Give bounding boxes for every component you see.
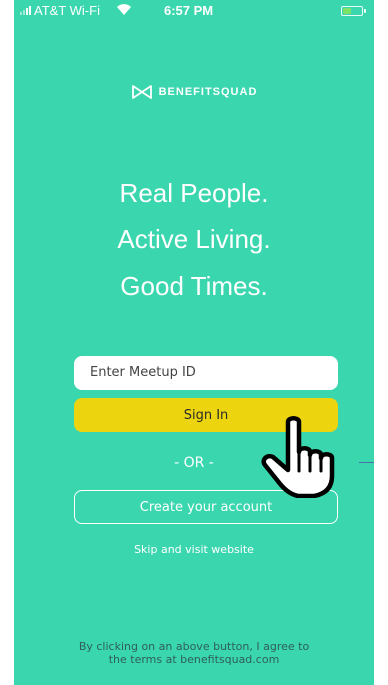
headline-line-1: Real People. <box>119 178 269 208</box>
terms-line-2: the terms at benefitsquad.com <box>108 653 280 666</box>
headline-line-3: Good Times. <box>120 271 268 301</box>
signal-strength-icon <box>20 5 31 15</box>
carrier-label: AT&T Wi-Fi <box>34 3 100 18</box>
meetup-id-input[interactable]: Enter Meetup ID <box>74 356 338 390</box>
sign-in-label: Sign In <box>183 407 229 423</box>
headline-line-2: Active Living. <box>117 224 271 254</box>
status-time: 6:57 PM <box>164 3 214 18</box>
benefitsquad-logo-icon <box>131 85 152 99</box>
create-account-label: Create your account <box>139 499 273 515</box>
terms-text: By clicking on an above button, I agree … <box>14 640 374 666</box>
battery-icon <box>341 6 363 16</box>
status-bar: AT&T Wi-Fi 6:57 PM <box>14 0 374 22</box>
skip-visit-website-link[interactable]: Skip and visit website <box>14 543 374 556</box>
annotation-pointer-line <box>359 462 374 463</box>
hand-pointer-icon <box>261 416 335 498</box>
battery-tip <box>364 9 366 13</box>
brand-name: BENEFITSQUAD <box>158 86 258 98</box>
brand-logo: BENEFITSQUAD <box>14 82 374 102</box>
app-screen: AT&T Wi-Fi 6:57 PM BENEFITSQUAD Real Peo… <box>14 0 374 685</box>
wifi-icon <box>117 4 131 15</box>
terms-line-1: By clicking on an above button, I agree … <box>78 640 310 653</box>
